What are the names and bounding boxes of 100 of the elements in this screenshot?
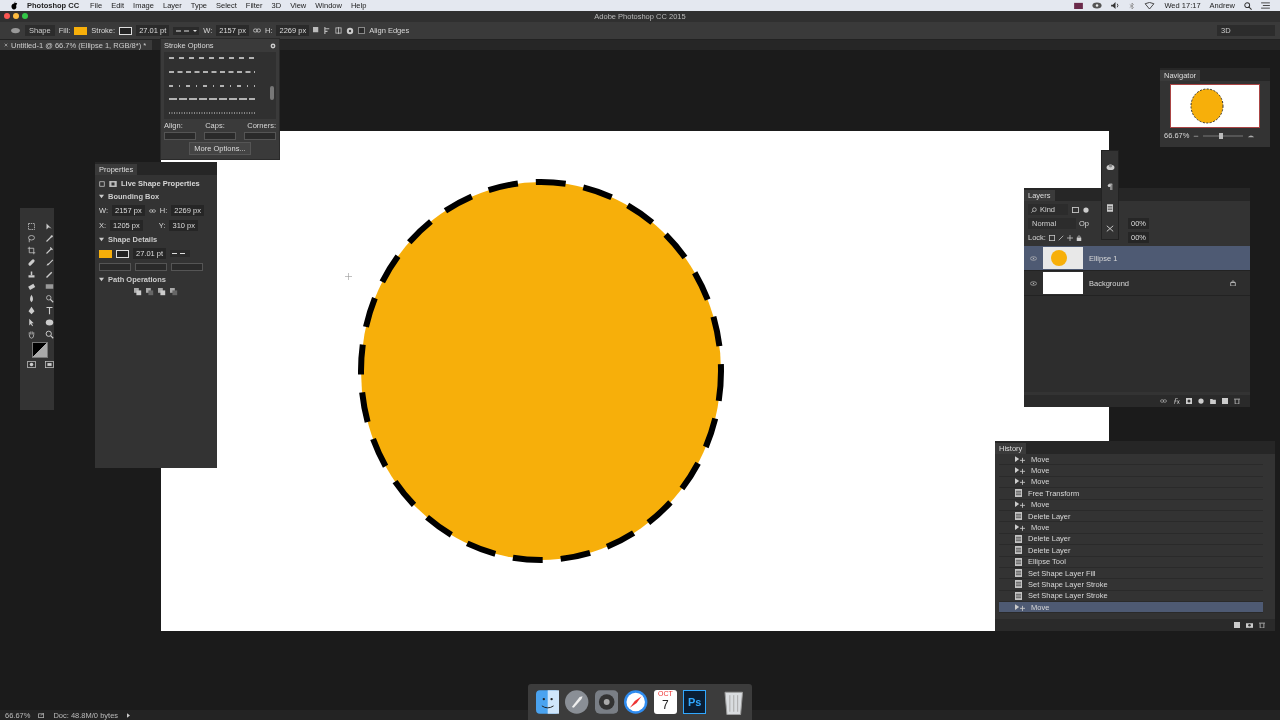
camera-icon[interactable] [1074, 2, 1084, 9]
gear-icon[interactable] [594, 690, 619, 714]
3d-icon[interactable] [1105, 162, 1115, 170]
document-icon [1015, 546, 1022, 555]
document-icon [1015, 534, 1022, 543]
stamp-icon[interactable] [26, 270, 36, 279]
disclosure-triangle-icon[interactable] [99, 277, 104, 282]
dash-preset[interactable] [167, 54, 257, 62]
trash-icon[interactable] [1234, 398, 1240, 404]
path-alignment-icon[interactable] [324, 27, 332, 34]
trash-icon[interactable] [1259, 622, 1265, 628]
scissors-icon[interactable] [1106, 224, 1114, 233]
zoom-in-icon[interactable] [1247, 133, 1256, 138]
compass-icon[interactable] [624, 690, 648, 714]
zoom-out-icon[interactable] [1193, 134, 1200, 137]
path-operations-icon[interactable] [313, 27, 321, 34]
gradient-icon[interactable] [44, 282, 54, 291]
close-button[interactable] [4, 13, 10, 19]
path-arrangement-icon[interactable] [335, 27, 343, 34]
disclosure-triangle-icon[interactable] [99, 194, 104, 199]
dash-style-dropdown[interactable] [170, 250, 191, 257]
path-operation-icon[interactable] [146, 288, 154, 296]
close-icon[interactable] [4, 43, 8, 47]
document-icon [1015, 557, 1022, 566]
scrollbar-thumb[interactable] [270, 86, 274, 100]
eraser-icon[interactable] [26, 282, 36, 291]
fill-swatch[interactable] [99, 249, 112, 258]
lock-pixels-icon[interactable] [1048, 234, 1055, 241]
document-icon [1015, 512, 1022, 521]
volume-icon[interactable] [1111, 2, 1121, 9]
color-swatches-icon[interactable] [32, 342, 48, 358]
layer-thumbnail [1043, 272, 1083, 294]
path-operation-icon[interactable] [170, 288, 178, 296]
stroke-swatch[interactable] [119, 26, 133, 35]
paragraph-icon[interactable] [1107, 182, 1113, 191]
bandage-icon[interactable] [26, 258, 36, 267]
apple-logo-icon[interactable] [10, 0, 18, 11]
folder-icon[interactable] [1210, 398, 1216, 404]
arrow-pointer-icon[interactable] [26, 318, 36, 327]
eye-icon[interactable] [1030, 280, 1037, 286]
magnifier-icon[interactable] [44, 294, 54, 303]
play-arrow-icon[interactable] [127, 712, 131, 718]
crop-icon[interactable] [26, 246, 36, 255]
history-brush-icon[interactable] [44, 270, 54, 279]
adjustment-filter-icon[interactable] [1083, 206, 1089, 213]
ellipse-icon[interactable] [10, 27, 21, 34]
effects-icon[interactable] [1173, 398, 1180, 404]
path-operation-icon[interactable] [134, 288, 142, 296]
wand-icon[interactable] [44, 234, 54, 243]
marquee-icon[interactable] [26, 222, 36, 231]
mask-icon[interactable] [1186, 398, 1192, 404]
zoom-button[interactable] [22, 13, 28, 19]
fill-swatch[interactable] [74, 26, 88, 35]
link-icon[interactable] [148, 208, 156, 213]
search-icon[interactable] [1244, 1, 1252, 10]
quick-mask-icon[interactable] [26, 361, 36, 368]
share-icon[interactable] [38, 712, 46, 718]
lock-icon[interactable] [1075, 234, 1082, 241]
minimize-button[interactable] [13, 13, 19, 19]
wifi-icon[interactable] [1144, 2, 1156, 9]
eyedropper-icon[interactable] [44, 246, 54, 255]
link-icon[interactable] [252, 28, 261, 33]
settings-icon[interactable] [346, 26, 355, 35]
adjustment-icon[interactable] [1198, 398, 1204, 404]
shape-icon[interactable] [109, 180, 117, 187]
document-icon [1015, 489, 1022, 498]
mask-icon[interactable] [99, 180, 105, 187]
image-filter-icon[interactable] [1072, 206, 1079, 213]
trash-icon[interactable] [724, 689, 744, 715]
brush-icon[interactable] [1057, 234, 1064, 241]
lasso-icon[interactable] [26, 234, 36, 243]
dash-preset[interactable] [167, 109, 257, 117]
document-icon [1015, 569, 1022, 578]
link-icon[interactable] [1160, 399, 1167, 403]
ellipse-icon[interactable] [44, 318, 54, 327]
document-icon [1015, 580, 1022, 589]
path-operation-icon[interactable] [158, 288, 166, 296]
zoom-icon[interactable] [44, 330, 54, 339]
pen-icon[interactable] [26, 306, 36, 315]
document-icon[interactable] [1107, 203, 1113, 212]
camera-icon[interactable] [1246, 622, 1253, 628]
brush-icon[interactable] [44, 258, 54, 267]
align-edges-checkbox[interactable] [358, 27, 366, 34]
zoom-slider-thumb[interactable] [1219, 132, 1224, 139]
finder-face-icon[interactable] [536, 690, 560, 714]
type-icon[interactable] [44, 306, 54, 315]
search-icon [1031, 206, 1037, 213]
calendar-day: 7 [662, 698, 669, 712]
dashed-ellipse-shape[interactable] [358, 179, 724, 563]
settings-icon[interactable] [270, 42, 276, 49]
disclosure-triangle-icon[interactable] [99, 237, 104, 242]
hand-icon[interactable] [26, 330, 36, 339]
photoshop-app-icon[interactable]: Ps [683, 690, 707, 714]
navigator-preview-drawing[interactable] [1170, 84, 1260, 128]
crosshair-icon [345, 273, 352, 280]
layer-thumbnail [1043, 247, 1083, 269]
stroke-swatch[interactable] [116, 249, 129, 258]
list-icon[interactable] [1261, 2, 1270, 9]
eye-icon[interactable] [1092, 2, 1103, 9]
screen-mode-icon[interactable] [44, 361, 54, 368]
